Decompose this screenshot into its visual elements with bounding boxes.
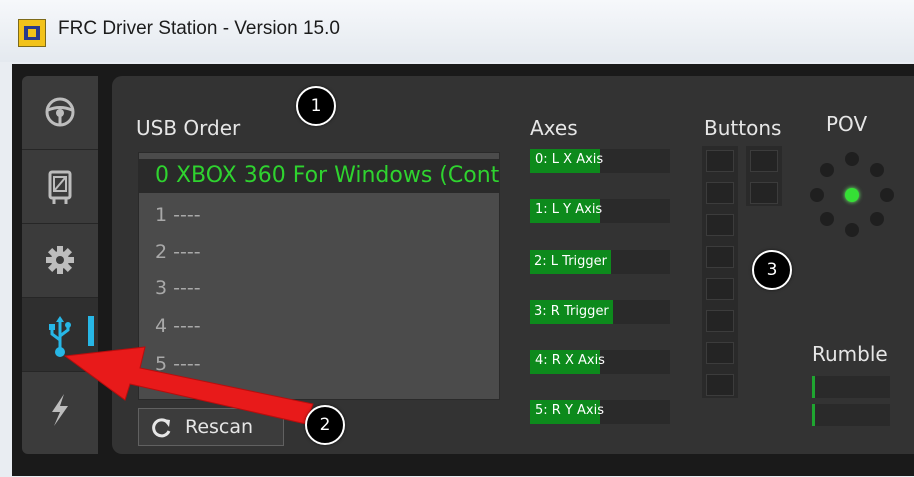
- callout-3: 3: [752, 250, 792, 290]
- callout-1: 1: [296, 86, 336, 126]
- red-arrow-shape: [63, 346, 314, 425]
- callout-2: 2: [305, 405, 345, 445]
- annotation-arrow: [63, 346, 314, 425]
